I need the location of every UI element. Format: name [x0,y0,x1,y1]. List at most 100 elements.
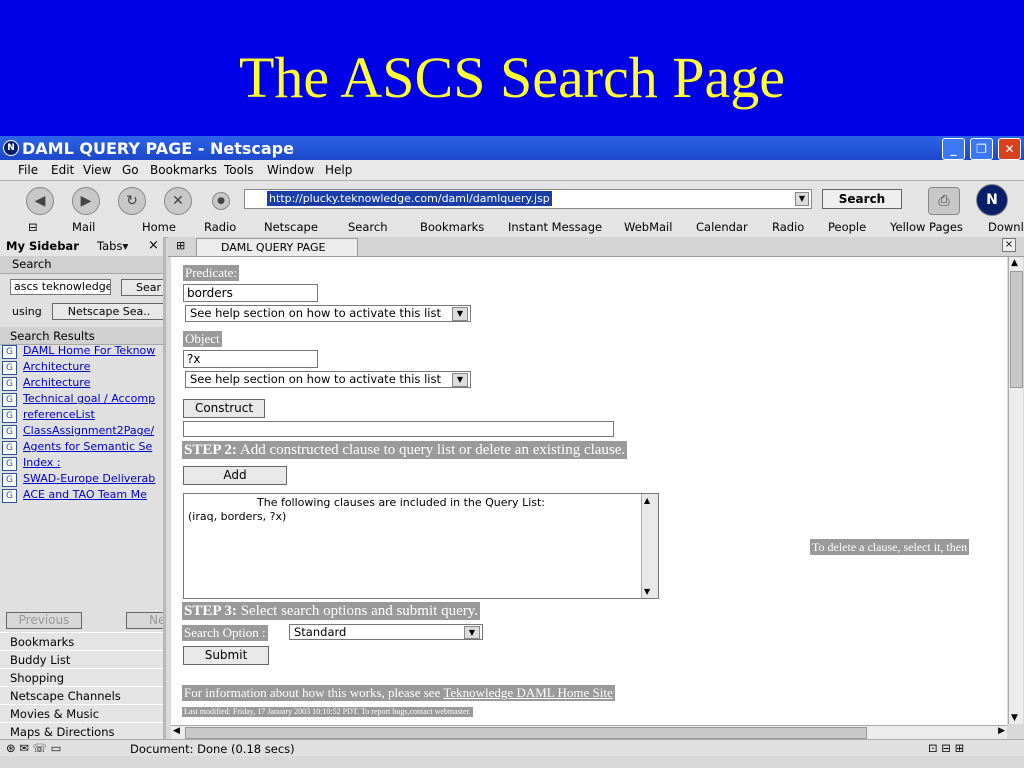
pt-calendar[interactable]: Calendar [696,220,748,234]
scroll-up-icon[interactable]: ▲ [644,496,650,505]
nav-search-button[interactable]: Search [822,189,902,209]
query-list-box[interactable]: The following clauses are included in th… [183,493,659,599]
next-button[interactable]: Ne [126,612,163,629]
sidebar-close-icon[interactable]: × [148,238,159,253]
list-item[interactable]: G Architecture [0,376,163,392]
result-link[interactable]: Architecture [23,376,90,389]
security-lock-icon[interactable]: ⊡ ⊟ ⊞ [928,741,964,755]
panel-netscape-channels[interactable]: Netscape Channels [0,686,163,705]
forward-icon[interactable]: ▶ [72,187,100,215]
result-icon: G [2,441,17,455]
pt-search[interactable]: Search [348,220,388,234]
query-list-scrollbar[interactable]: ▲ ▼ [641,494,658,598]
minimize-button[interactable]: _ [942,138,965,160]
pt-people[interactable]: People [828,220,866,234]
chevron-down-icon[interactable]: ▼ [795,192,809,206]
search-panel-header[interactable]: Search [0,256,163,274]
list-item[interactable]: G Agents for Semantic Se [0,440,163,456]
menu-bookmarks[interactable]: Bookmarks [150,163,217,177]
result-link[interactable]: Technical goal / Accomp [23,392,155,405]
list-item[interactable]: G ClassAssignment2Page/ [0,424,163,440]
submit-button[interactable]: Submit [183,646,269,665]
list-item[interactable]: G Architecture [0,360,163,376]
netscape-throbber-icon[interactable]: N [976,184,1008,216]
result-link[interactable]: referenceList [23,408,95,421]
step3-heading: STEP 3: Select search options and submit… [182,602,480,620]
close-button[interactable]: ✕ [998,138,1021,160]
previous-button[interactable]: Previous [6,612,82,629]
home-tab-icon[interactable]: ⊟ [28,220,38,234]
scroll-thumb[interactable] [1010,271,1023,388]
close-tab-icon[interactable]: × [1002,238,1016,252]
status-icons[interactable]: ⊛ ✉ ☏ ▭ [6,741,61,755]
daml-home-link[interactable]: Teknowledge DAML Home Site [443,685,612,700]
predicate-input[interactable]: borders [183,284,318,302]
scroll-right-icon[interactable]: ▶ [998,726,1005,736]
pt-mail[interactable]: Mail [72,220,95,234]
tab-bar: ⊞ DAML QUERY PAGE × [168,237,1024,257]
scroll-up-icon[interactable]: ▲ [1011,258,1018,268]
tab-daml-query[interactable]: DAML QUERY PAGE [196,238,358,256]
search-engine-select[interactable]: Netscape Sea.. [52,303,163,320]
clause-input[interactable] [183,421,614,437]
print-icon[interactable]: ⎙ [928,187,960,215]
result-link[interactable]: ClassAssignment2Page/ [23,424,154,437]
list-item[interactable]: G Index : [0,456,163,472]
sidebar-tabs-menu[interactable]: Tabs▾ [97,239,128,253]
list-item[interactable]: GreferenceList [0,408,163,424]
pt-yellow-pages[interactable]: Yellow Pages [890,220,963,234]
pt-webmail[interactable]: WebMail [624,220,672,234]
stop-icon[interactable]: ✕ [164,187,192,215]
maximize-button[interactable]: ❐ [970,138,993,160]
reload-icon[interactable]: ↻ [118,187,146,215]
pt-bookmarks[interactable]: Bookmarks [420,220,484,234]
panel-movies-music[interactable]: Movies & Music [0,704,163,723]
list-item[interactable]: G DAML Home For Teknow [0,344,163,360]
result-icon: G [2,489,17,503]
search-option-select[interactable]: Standard ▼ [289,624,483,640]
pt-home[interactable]: Home [142,220,176,234]
sidebar-search-input[interactable]: ascs teknowledge [10,279,111,295]
construct-button[interactable]: Construct [183,399,265,418]
predicate-select[interactable]: See help section on how to activate this… [185,305,471,322]
pt-radio-2[interactable]: Radio [772,220,804,234]
url-field[interactable]: http://plucky.teknowledge.com/daml/damlq… [244,189,812,209]
query-clause-item[interactable]: (iraq, borders, ?x) [188,510,286,523]
horizontal-scrollbar[interactable]: ◀ ▶ [171,725,1007,739]
object-select[interactable]: See help section on how to activate this… [185,371,471,388]
menu-window[interactable]: Window [267,163,314,177]
scroll-left-icon[interactable]: ◀ [173,726,180,736]
result-link[interactable]: SWAD-Europe Deliverab [23,472,155,485]
menu-go[interactable]: Go [122,163,139,177]
result-link[interactable]: Agents for Semantic Se [23,440,152,453]
vertical-scrollbar[interactable]: ▲ ▼ [1008,257,1023,724]
pt-instant-message[interactable]: Instant Message [508,220,602,234]
pt-netscape[interactable]: Netscape [264,220,318,234]
menu-view[interactable]: View [83,163,111,177]
panel-shopping[interactable]: Shopping [0,668,163,687]
list-item[interactable]: G ACE and TAO Team Me [0,488,163,504]
list-item[interactable]: G Technical goal / Accomp [0,392,163,408]
result-link[interactable]: Architecture [23,360,90,373]
panel-maps-directions[interactable]: Maps & Directions [0,722,163,739]
panel-buddy-list[interactable]: Buddy List [0,650,163,669]
sidebar-search-button[interactable]: Sear [121,279,163,296]
pt-radio[interactable]: Radio [204,220,236,234]
result-link[interactable]: DAML Home For Teknow [23,344,155,357]
new-tab-icon[interactable]: ⊞ [176,239,185,252]
object-input[interactable]: ?x [183,350,318,368]
add-button[interactable]: Add [183,466,287,485]
scroll-down-icon[interactable]: ▼ [1011,713,1018,723]
result-link[interactable]: ACE and TAO Team Me [23,488,147,501]
menu-edit[interactable]: Edit [51,163,74,177]
back-icon[interactable]: ◀ [26,187,54,215]
h-scroll-thumb[interactable] [185,727,867,739]
pt-downloads[interactable]: Downl [988,220,1024,234]
menu-help[interactable]: Help [325,163,352,177]
panel-bookmarks[interactable]: Bookmarks [0,632,163,651]
result-link[interactable]: Index : [23,456,61,469]
menu-file[interactable]: File [18,163,38,177]
scroll-down-icon[interactable]: ▼ [644,587,650,596]
menu-tools[interactable]: Tools [224,163,254,177]
list-item[interactable]: G SWAD-Europe Deliverab [0,472,163,488]
